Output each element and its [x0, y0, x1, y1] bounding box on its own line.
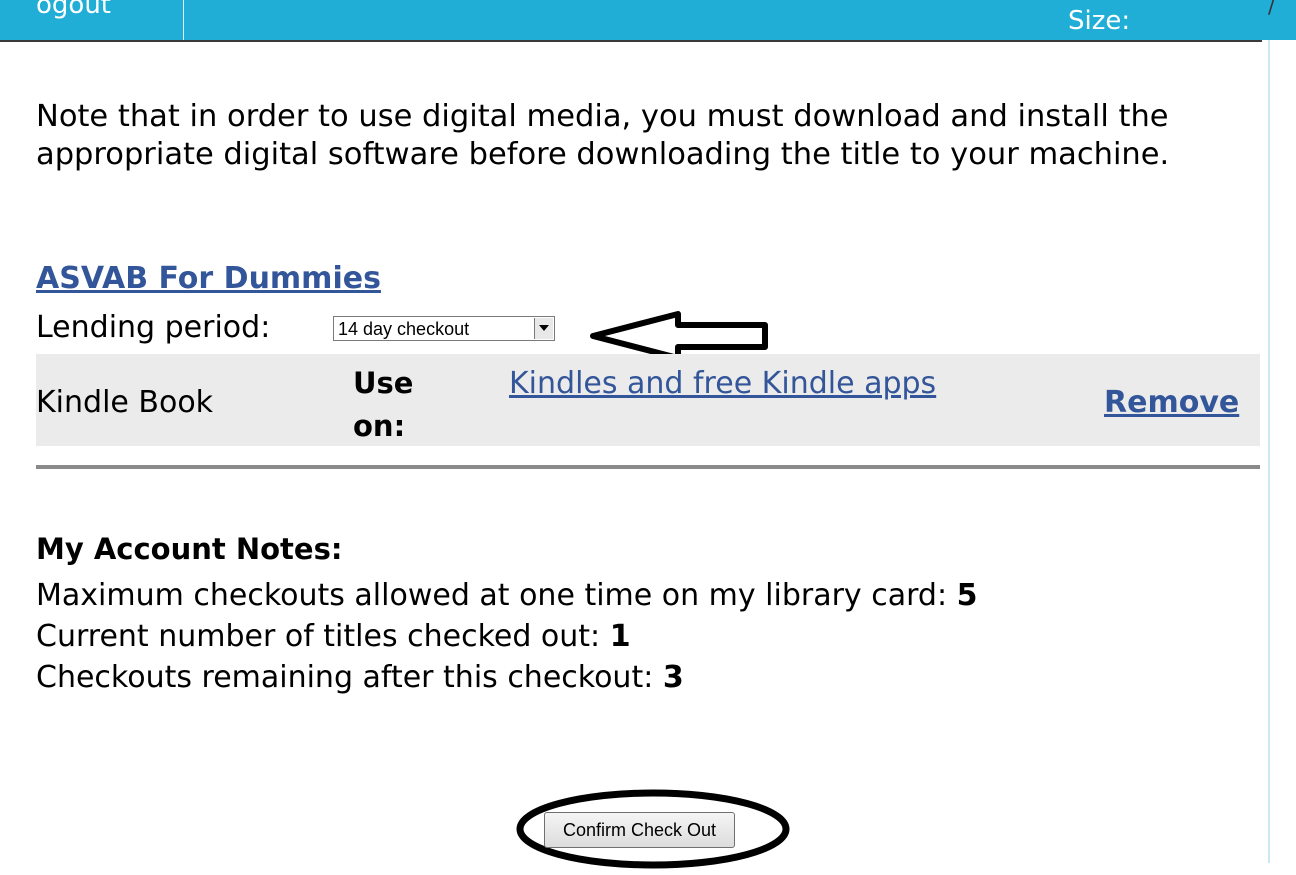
current-checkouts-line: Current number of titles checked out: 1 [36, 618, 631, 656]
max-checkouts-value: 5 [956, 578, 978, 613]
remaining-checkouts-value: 3 [662, 660, 684, 695]
logout-link[interactable]: ogout [36, 0, 111, 22]
lending-period-select[interactable]: 14 day checkout [333, 316, 555, 341]
remove-link[interactable]: Remove [1104, 384, 1239, 422]
use-on-label: Use on: [353, 362, 453, 448]
current-checkouts-value: 1 [609, 619, 631, 654]
confirm-checkout-button[interactable]: Confirm Check Out [544, 812, 735, 848]
remaining-checkouts-line: Checkouts remaining after this checkout:… [36, 659, 684, 697]
digital-media-note: Note that in order to use digital media,… [36, 99, 1170, 172]
account-notes-heading: My Account Notes: [36, 532, 343, 566]
header-bar: ogout Size: [0, 0, 1296, 40]
header-separator [183, 0, 184, 40]
size-label: Size: [1068, 6, 1131, 36]
kindle-apps-link[interactable]: Kindles and free Kindle apps [509, 362, 959, 405]
max-checkouts-line: Maximum checkouts allowed at one time on… [36, 577, 977, 615]
content-right-border [1268, 40, 1270, 863]
format-type: Kindle Book [36, 385, 214, 420]
chevron-down-icon[interactable] [534, 318, 553, 339]
lending-period-label: Lending period: [36, 310, 271, 345]
corner-mark: / [1268, 0, 1275, 18]
title-link[interactable]: ASVAB For Dummies [36, 260, 381, 298]
lending-period-value: 14 day checkout [338, 319, 470, 339]
remaining-checkouts-label: Checkouts remaining after this checkout: [36, 660, 654, 695]
max-checkouts-label: Maximum checkouts allowed at one time on… [36, 578, 948, 613]
section-divider [36, 465, 1260, 469]
use-on-label-line2: on: [353, 409, 406, 443]
current-checkouts-label: Current number of titles checked out: [36, 619, 601, 654]
header-underline [0, 40, 1262, 42]
use-on-label-line1: Use [353, 366, 414, 400]
